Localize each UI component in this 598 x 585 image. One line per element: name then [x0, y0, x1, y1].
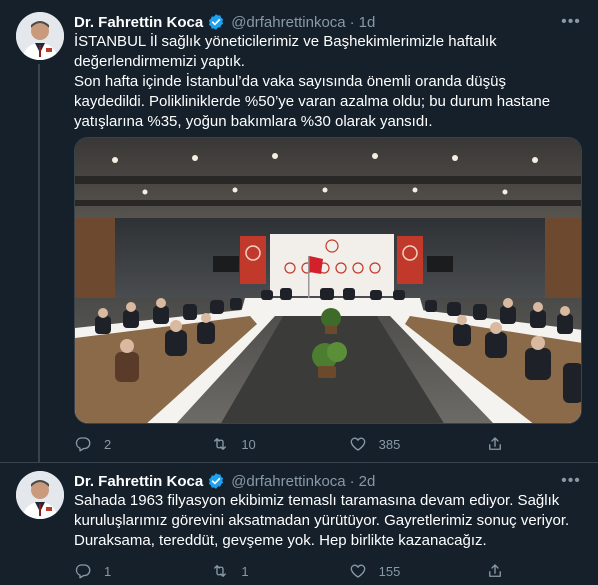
tweet-text: Sahada 1963 filyasyon ekibimiz temaslı t… [74, 491, 580, 551]
share-icon [489, 437, 501, 450]
like-count: 385 [378, 436, 401, 452]
author-handle[interactable]: @drfahrettinkoca [231, 473, 345, 490]
retweet-icon [214, 565, 227, 577]
reply-button[interactable]: 1 [74, 562, 174, 580]
retweet-icon [214, 438, 227, 450]
tweet-header: Dr. Fahrettin Koca @drfahrettinkoca · 1d [74, 12, 562, 32]
retweet-button[interactable]: 1 [211, 562, 311, 580]
more-icon[interactable]: ••• [560, 11, 582, 33]
separator-dot: · [349, 13, 355, 31]
reply-icon [75, 564, 91, 579]
reply-count: 1 [104, 563, 112, 579]
like-count: 155 [378, 563, 401, 579]
tweet-text-paragraph: Sahada 1963 filyasyon ekibimiz temaslı t… [74, 492, 570, 549]
tweet[interactable]: Dr. Fahrettin Koca @drfahrettinkoca · 2d… [0, 462, 598, 585]
tweet-text-paragraph: İSTANBUL İl sağlık yöneticilerimiz ve Ba… [74, 33, 497, 70]
avatar-image [16, 12, 64, 60]
tweet[interactable]: Dr. Fahrettin Koca @drfahrettinkoca · 1d… [0, 0, 598, 462]
author-name[interactable]: Dr. Fahrettin Koca [74, 473, 203, 490]
like-icon [350, 564, 366, 578]
like-button[interactable]: 155 [349, 562, 449, 580]
retweet-count: 10 [241, 436, 256, 452]
retweet-count: 1 [241, 563, 249, 579]
separator-dot: · [349, 472, 355, 490]
tweet-text-paragraph: Son hafta içinde İstanbul’da vaka sayısı… [74, 73, 551, 130]
verified-icon [209, 14, 224, 30]
author-handle[interactable]: @drfahrettinkoca [231, 14, 345, 31]
tweet-text: İSTANBUL İl sağlık yöneticilerimiz ve Ba… [74, 32, 580, 132]
reply-count: 2 [104, 436, 112, 452]
author-name[interactable]: Dr. Fahrettin Koca [74, 14, 203, 31]
meeting-room-photo [75, 138, 581, 423]
retweet-button[interactable]: 10 [211, 435, 311, 453]
timestamp[interactable]: 1d [359, 14, 376, 31]
timestamp[interactable]: 2d [359, 473, 376, 490]
tweet-header: Dr. Fahrettin Koca @drfahrettinkoca · 2d [74, 471, 562, 491]
reply-button[interactable]: 2 [74, 435, 174, 453]
like-button[interactable]: 385 [349, 435, 449, 453]
thread-line [38, 64, 40, 462]
share-icon [489, 564, 501, 577]
verified-icon [209, 473, 224, 489]
like-icon [350, 437, 366, 451]
share-button[interactable] [486, 435, 504, 453]
tweet-actions: 1 1 155 [74, 561, 504, 581]
avatar[interactable] [16, 12, 64, 60]
reply-icon [75, 437, 91, 452]
more-icon[interactable]: ••• [560, 470, 582, 492]
avatar-image [16, 471, 64, 519]
avatar[interactable] [16, 471, 64, 519]
tweet-photo[interactable] [74, 137, 582, 424]
share-button[interactable] [486, 562, 504, 580]
tweet-actions: 2 10 385 [74, 434, 504, 454]
